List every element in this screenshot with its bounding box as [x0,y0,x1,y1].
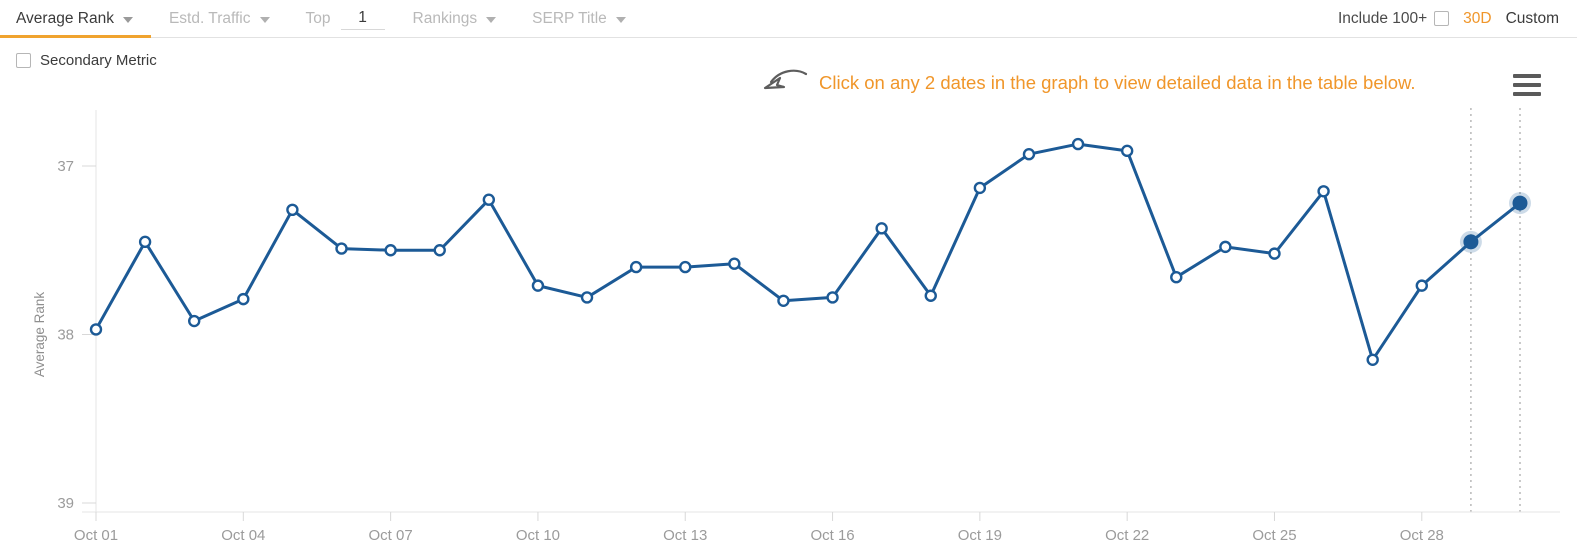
hamburger-bar [1513,92,1541,96]
tab-serp-title[interactable]: SERP Title [514,0,644,38]
hamburger-menu-icon[interactable] [1513,74,1541,96]
data-point[interactable] [1071,137,1085,151]
selected-data-point[interactable] [1512,195,1528,211]
x-tick-label: Oct 07 [369,527,413,540]
tab-serp-title-label: SERP Title [532,9,607,27]
chevron-down-icon[interactable] [615,16,626,23]
secondary-metric-label: Secondary Metric [40,52,157,69]
chevron-down-icon[interactable] [122,16,133,23]
data-point[interactable] [482,193,496,206]
curved-arrow-icon [763,69,808,90]
y-tick-label: 37 [57,158,74,175]
data-point[interactable] [384,244,397,257]
date-range-custom-button[interactable]: Custom [1506,10,1559,28]
data-point[interactable] [1120,144,1134,158]
data-point[interactable] [1219,240,1232,254]
tab-rankings-label: Rankings [412,9,478,27]
data-point[interactable] [1366,353,1379,366]
data-point[interactable] [1268,247,1281,260]
x-tick-label: Oct 13 [663,527,707,540]
data-point[interactable] [629,260,643,274]
average-rank-chart: 37 38 39 Oct 01 Oct 04 Oct 07 Oct 10 Oct 13 Oct… [0,100,1577,540]
chevron-down-icon[interactable] [486,16,497,23]
date-range-30d-button[interactable]: 30D [1463,10,1491,28]
data-point[interactable] [580,291,594,304]
x-tick-label: Oct 28 [1400,527,1444,540]
data-point[interactable] [1170,271,1183,284]
metric-toolbar: Average Rank Estd. Traffic Top Rankings … [0,0,1577,38]
data-point[interactable] [875,222,888,235]
data-point[interactable] [826,291,839,304]
data-point[interactable] [138,235,152,249]
x-tick-label: Oct 16 [810,527,854,540]
data-point[interactable] [679,260,692,274]
include-100-plus-label: Include 100+ [1337,9,1428,27]
data-point[interactable] [973,181,987,195]
x-axis: Oct 01 Oct 04 Oct 07 Oct 10 Oct 13 Oct 16 Oct … [74,511,1560,540]
selection-guide-lines [1470,108,1521,512]
top-label: Top [305,9,331,27]
y-tick-label: 39 [57,495,74,512]
x-tick-label: Oct 19 [958,527,1002,540]
tab-rankings[interactable]: Rankings [395,0,515,38]
secondary-metric-checkbox[interactable] [16,53,31,68]
selected-data-point[interactable] [1463,234,1479,250]
data-point[interactable] [924,289,937,302]
rank-series-line [94,142,1522,362]
average-rank-graph-panel: Average Rank Estd. Traffic Top Rankings … [0,0,1577,540]
secondary-metric-control[interactable]: Secondary Metric [16,52,157,69]
hamburger-bar [1513,83,1541,87]
x-tick-label: Oct 10 [516,527,560,540]
data-point[interactable] [89,323,103,336]
hamburger-bar [1513,74,1541,78]
data-point[interactable] [1317,185,1330,198]
average-rank-line-chart-svg[interactable]: 373839 Oct 01 Oct 04 Oct 07 Oct 10 Oct 13 Oct… [0,100,1577,540]
chevron-down-icon[interactable] [259,16,270,23]
top-n-input[interactable] [340,7,385,30]
graph-hint-callout: Click on any 2 dates in the graph to vie… [762,68,1416,98]
data-point[interactable] [286,203,299,217]
data-point[interactable] [777,294,790,308]
graph-hint-text: Click on any 2 dates in the graph to vie… [819,72,1416,93]
data-point[interactable] [1022,148,1036,161]
x-tick-label: Oct 04 [221,527,265,540]
data-point[interactable] [531,279,545,292]
x-tick-label: Oct 25 [1252,527,1296,540]
data-point[interactable] [335,242,348,255]
toolbar-right-controls: Include 100+ 30D Custom [1338,0,1577,38]
metric-tab-list: Average Rank Estd. Traffic Top Rankings … [0,0,644,38]
tab-estd-traffic-label: Estd. Traffic [168,9,251,27]
include-100-plus-checkbox[interactable] [1434,11,1450,26]
top-rankings-filter: Top [288,0,395,38]
y-axis-title: Average Rank [32,292,47,378]
y-axis: 37 38 39 [57,110,97,512]
rank-data-points[interactable] [89,137,1531,366]
y-tick-label: 38 [57,327,74,344]
data-point[interactable] [237,292,250,306]
tab-average-rank[interactable]: Average Rank [0,0,151,38]
data-point[interactable] [728,257,741,270]
x-tick-label: Oct 22 [1105,527,1149,540]
tab-estd-traffic[interactable]: Estd. Traffic [151,0,288,38]
data-point[interactable] [433,244,446,257]
tab-average-rank-label: Average Rank [16,9,114,27]
data-point[interactable] [188,314,201,328]
include-100-plus-control[interactable]: Include 100+ [1337,9,1450,28]
data-point[interactable] [1415,279,1428,292]
x-tick-label: Oct 01 [74,527,118,540]
